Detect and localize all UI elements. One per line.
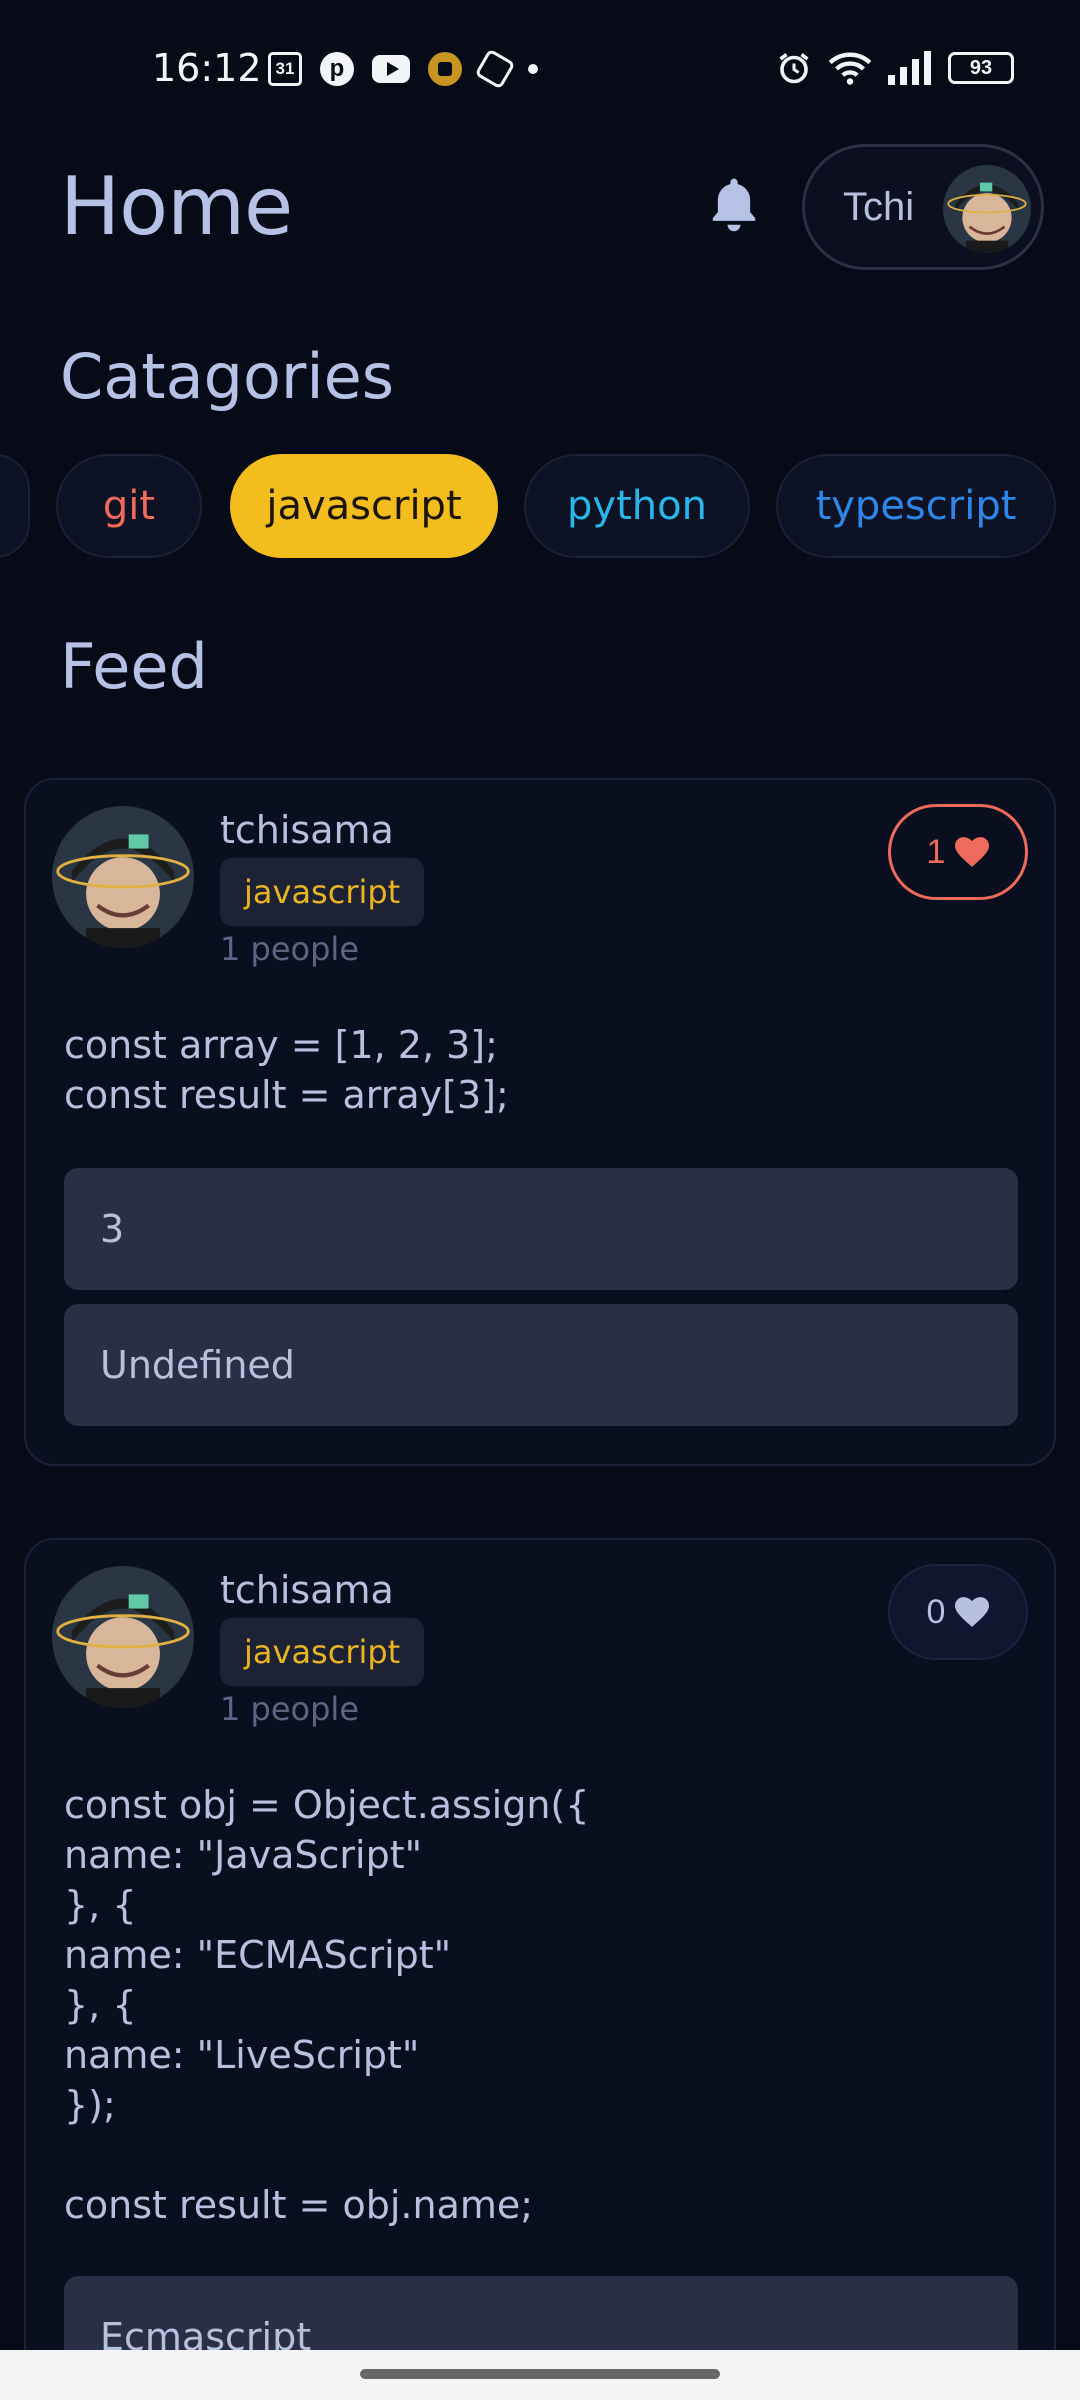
signal-icon [888, 51, 931, 85]
home-gesture-handle[interactable] [360, 2369, 720, 2379]
author-avatar [52, 806, 194, 948]
notifications-bell-icon[interactable] [706, 174, 762, 234]
hexagon-app-icon [474, 48, 516, 90]
post-author: tchisama [220, 1568, 394, 1612]
notification-icons: 31 p [268, 48, 538, 90]
calendar-icon: 31 [268, 52, 302, 86]
system-icons: 93 [776, 50, 1014, 86]
system-navigation-bar [0, 2350, 1080, 2400]
category-chip-partial[interactable] [0, 454, 30, 558]
post-people-count: 1 people [220, 930, 359, 968]
post-code: const array = [1, 2, 3]; const result = … [64, 1023, 509, 1117]
categories-title: Catagories [60, 340, 395, 413]
post-tag: javascript [220, 858, 425, 926]
wifi-icon [828, 52, 872, 85]
category-chip-typescript[interactable]: typescript [776, 454, 1056, 558]
category-chip-python[interactable]: python [524, 454, 750, 558]
pinterest-icon: p [320, 52, 354, 86]
feed-post-card: tchisama javascript 1 people 0 const obj… [24, 1538, 1056, 2400]
like-count: 0 [926, 1592, 946, 1631]
feed-title: Feed [60, 630, 208, 703]
alarm-icon [779, 53, 809, 84]
category-chip-git[interactable]: git [56, 454, 202, 558]
profile-button[interactable]: Tchi [802, 144, 1044, 270]
answer-option[interactable]: 3 [64, 1168, 1018, 1290]
avatar [943, 165, 1031, 253]
answer-option[interactable]: Undefined [64, 1304, 1018, 1426]
like-button[interactable]: 0 [888, 1564, 1028, 1660]
download-app-icon [428, 52, 462, 86]
like-count: 1 [926, 832, 946, 871]
status-time: 16:12 [152, 46, 262, 90]
home-screen: 16:12 31 p 93 Home Tchi Catagories git j… [0, 0, 1080, 2400]
post-author: tchisama [220, 808, 394, 852]
category-list: git javascript python typescript [0, 454, 1080, 558]
post-people-count: 1 people [220, 1690, 359, 1728]
post-tag: javascript [220, 1618, 425, 1686]
more-notifications-dot-icon [528, 64, 538, 74]
category-chip-javascript[interactable]: javascript [230, 454, 498, 558]
author-avatar [52, 1566, 194, 1708]
status-bar: 16:12 31 p 93 [0, 0, 1080, 140]
feed-post-card: tchisama javascript 1 people 1 const arr… [24, 778, 1056, 1466]
battery-icon: 93 [948, 52, 1014, 84]
page-title: Home [60, 160, 293, 253]
profile-name: Tchi [843, 185, 915, 229]
like-button[interactable]: 1 [888, 804, 1028, 900]
youtube-icon [372, 55, 410, 83]
heart-icon [955, 837, 990, 867]
post-code: const obj = Object.assign({ name: "JavaS… [64, 1783, 590, 2227]
heart-icon [955, 1597, 990, 1627]
